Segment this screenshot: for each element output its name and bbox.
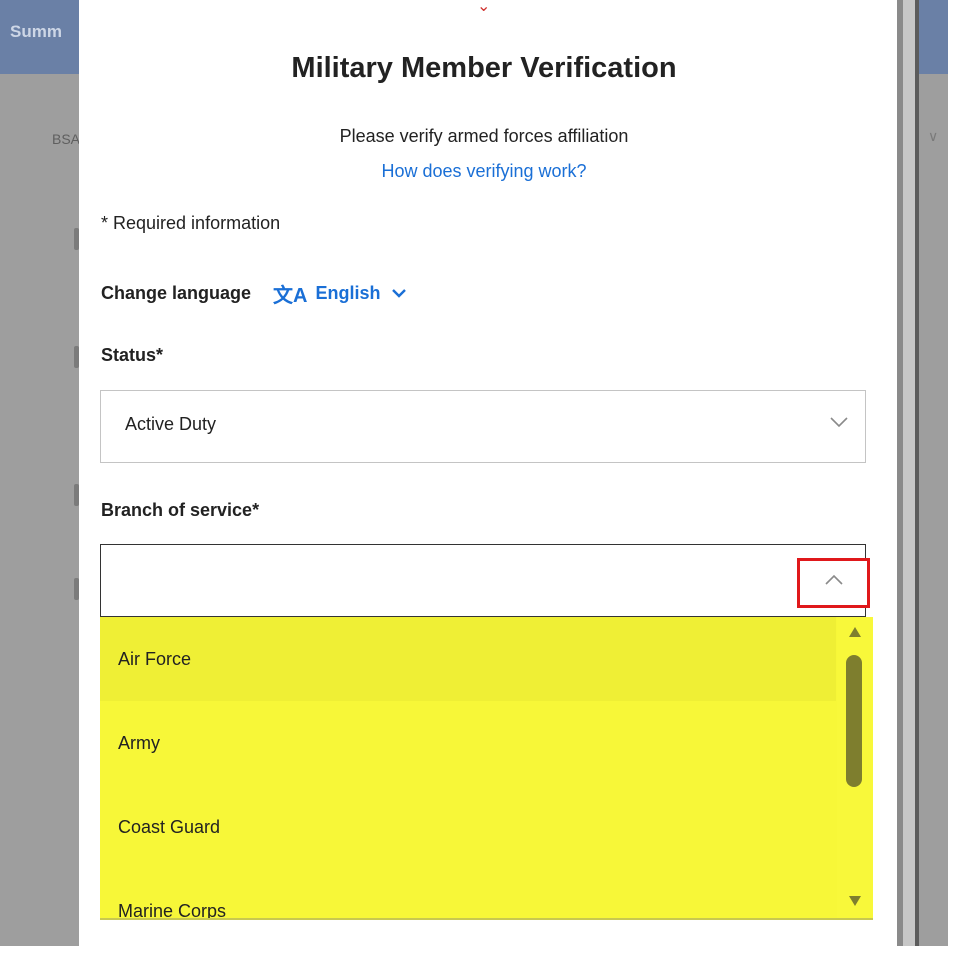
modal-subtitle: Please verify armed forces affiliation xyxy=(339,126,629,146)
branch-options-list: Air Force Army Coast Guard Marine Corps xyxy=(100,617,873,920)
background-divider xyxy=(915,0,919,946)
highlight-callout-box xyxy=(797,558,870,608)
dropdown-scrollbar[interactable] xyxy=(837,617,873,918)
scroll-down-arrow-icon[interactable] xyxy=(848,894,862,912)
verification-modal: ⌄ Military Member Verification Please ve… xyxy=(79,0,897,946)
page-bottom-edge xyxy=(0,946,975,953)
option-coast-guard[interactable]: Coast Guard xyxy=(100,785,836,869)
how-verifying-works-link[interactable]: How does verifying work? xyxy=(79,161,889,182)
chevron-down-icon xyxy=(391,283,407,304)
scrollbar-thumb[interactable] xyxy=(846,655,862,787)
branch-label: Branch of service* xyxy=(101,500,260,520)
collapse-chevron-icon[interactable]: ⌄ xyxy=(477,0,490,16)
language-label: Change language xyxy=(101,283,252,303)
background-scroll-strip xyxy=(897,0,915,946)
language-selector-button[interactable]: 文A English xyxy=(273,279,406,308)
chevron-down-icon xyxy=(829,415,849,434)
modal-title: Military Member Verification xyxy=(291,52,677,84)
required-info-note: * Required information xyxy=(101,213,281,233)
language-value: English xyxy=(315,283,381,303)
chevron-up-icon[interactable] xyxy=(824,573,844,592)
background-chevron-icon: ∨ xyxy=(928,128,939,144)
option-air-force[interactable]: Air Force xyxy=(100,617,836,701)
status-select[interactable]: Active Duty xyxy=(100,390,866,463)
background-header-title: Summ xyxy=(10,22,62,41)
status-value: Active Duty xyxy=(125,414,217,434)
option-marine-corps[interactable]: Marine Corps xyxy=(100,869,836,919)
status-label: Status* xyxy=(101,345,164,365)
option-army[interactable]: Army xyxy=(100,701,836,785)
branch-of-service-select[interactable] xyxy=(100,544,870,617)
scroll-up-arrow-icon[interactable] xyxy=(848,625,862,643)
background-sub-label: BSA xyxy=(52,131,81,147)
translate-icon: 文A xyxy=(273,285,308,307)
language-row: Change language 文A English xyxy=(101,279,407,308)
